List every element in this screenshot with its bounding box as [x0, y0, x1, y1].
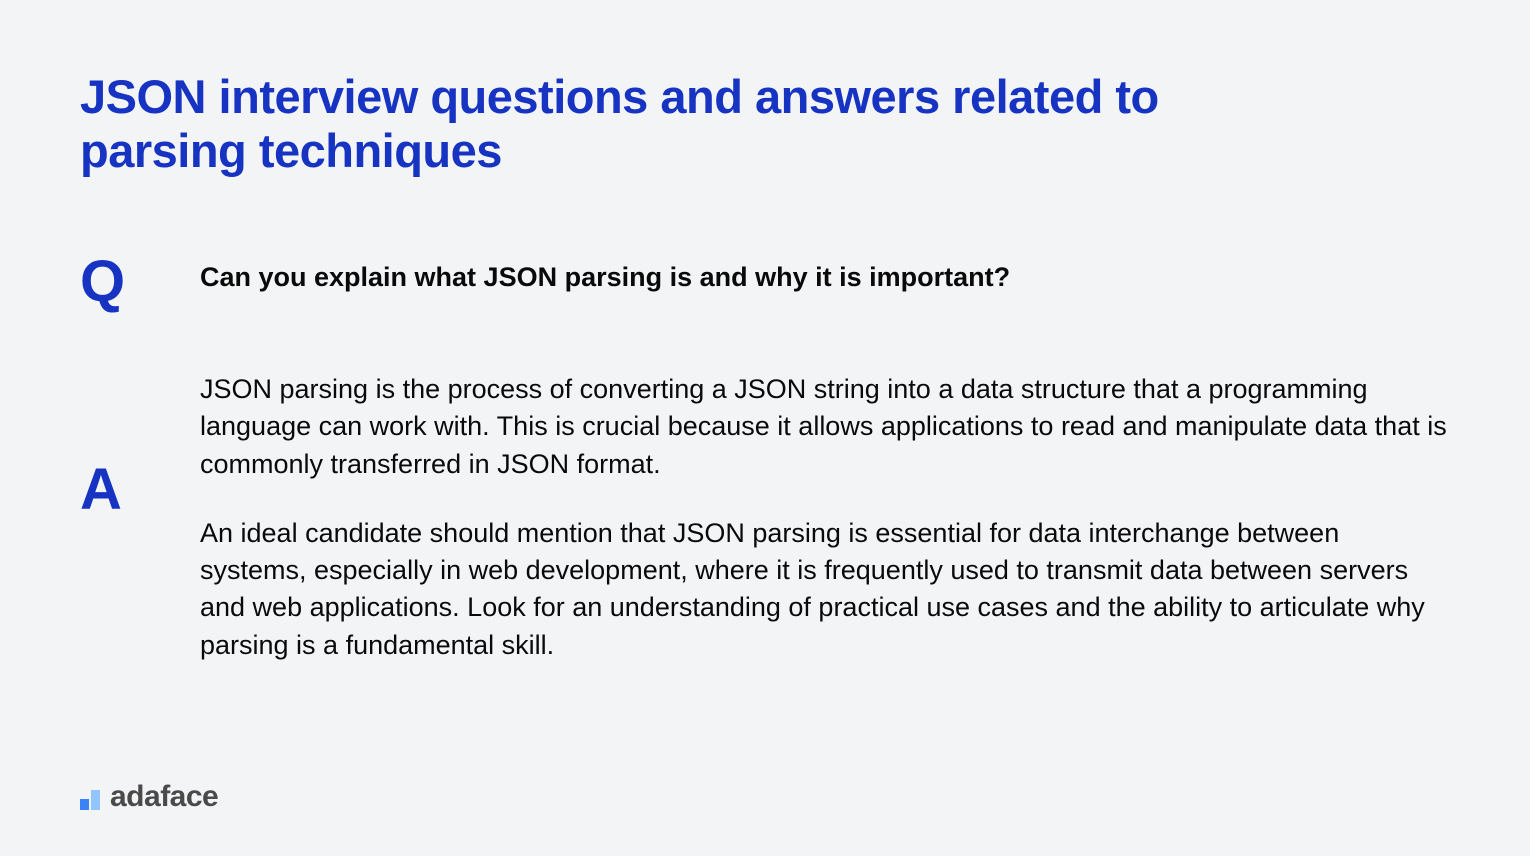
brand-name: adaface — [110, 780, 218, 814]
page-title: JSON interview questions and answers rel… — [80, 70, 1280, 178]
question-text: Can you explain what JSON parsing is and… — [200, 253, 1010, 297]
logo-bar-1 — [80, 799, 89, 810]
question-marker: Q — [80, 253, 140, 311]
answer-text: JSON parsing is the process of convertin… — [200, 371, 1450, 664]
footer: adaface — [80, 780, 218, 814]
question-row: Q Can you explain what JSON parsing is a… — [80, 253, 1450, 311]
qa-section: Q Can you explain what JSON parsing is a… — [80, 253, 1450, 664]
logo-icon — [80, 784, 100, 810]
answer-paragraph-2: An ideal candidate should mention that J… — [200, 515, 1450, 664]
answer-paragraph-1: JSON parsing is the process of convertin… — [200, 371, 1450, 483]
logo-bar-2 — [91, 790, 100, 810]
answer-row: A JSON parsing is the process of convert… — [80, 371, 1450, 664]
answer-marker: A — [80, 461, 140, 519]
